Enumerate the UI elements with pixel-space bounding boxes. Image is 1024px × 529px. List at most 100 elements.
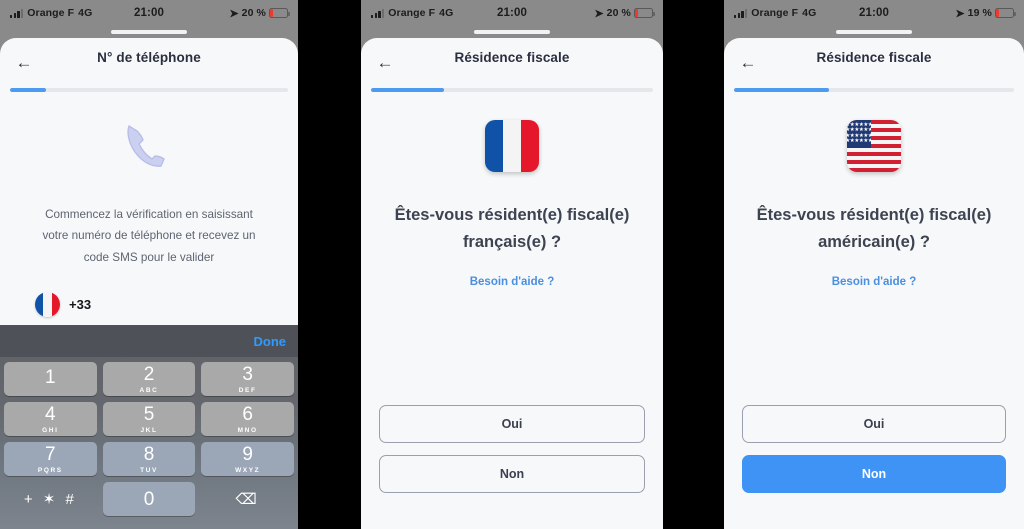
screen-body: ★★★★★★ ★★★★★★ ★★★★★★ ★★★★★★ Êtes-vous résid… (724, 92, 1024, 406)
key-letters: ABC (139, 386, 159, 394)
answer-yes-button[interactable]: Oui (379, 405, 645, 443)
back-arrow-icon[interactable]: ← (14, 52, 34, 72)
key-letters: MNO (237, 426, 258, 434)
battery-percent-label: 20 % (241, 7, 266, 19)
location-arrow-icon: ➤ (594, 7, 604, 20)
progress-bar (734, 88, 1014, 92)
phone-input-row[interactable]: +33 (35, 292, 263, 318)
progress-wrapper (361, 82, 663, 92)
screenshot-stage: Orange F 4G 21:00 ➤ 20 % ← N° de télépho… (0, 0, 1024, 529)
location-arrow-icon: ➤ (955, 7, 965, 20)
carrier-label: Orange F (751, 7, 799, 19)
key-3[interactable]: 3 DEF (201, 362, 294, 396)
battery-icon (995, 8, 1016, 18)
key-6[interactable]: 6 MNO (201, 402, 294, 436)
carrier-label: Orange F (27, 7, 75, 19)
battery-percent-label: 20 % (606, 7, 631, 19)
key-digit: 6 (242, 403, 253, 425)
page-title: Résidence fiscale (454, 50, 570, 65)
key-digit: 0 (143, 488, 155, 510)
nav-bar: ← Résidence fiscale (361, 38, 663, 82)
key-8[interactable]: 8 TUV (102, 442, 196, 476)
numeric-keyboard: Done 1 2 ABC 3 DEF 4 GHI 5 JKL 6 MNO 7 PQRS 8T… (0, 325, 298, 529)
status-bar: Orange F 4G 21:00 ➤ 19 % (724, 0, 1024, 26)
key-letters: JKL (140, 426, 158, 434)
keyboard-toolbar: Done (0, 325, 298, 357)
key-letters: WXYZ (235, 466, 261, 474)
progress-wrapper (0, 82, 298, 92)
usa-flag-icon: ★★★★★★ ★★★★★★ ★★★★★★ ★★★★★★ (847, 119, 901, 172)
battery-percent-label: 19 % (967, 7, 992, 19)
signal-bars-icon (10, 8, 24, 18)
status-left: Orange F 4G (371, 7, 453, 19)
backspace-icon[interactable]: ⌫ (201, 482, 294, 516)
status-right: ➤ 20 % (594, 7, 655, 20)
page-title: N° de téléphone (97, 50, 201, 65)
key-0[interactable]: 0 (102, 482, 196, 516)
telephone-handset-icon (113, 114, 185, 178)
key-digit: 2 (143, 363, 155, 385)
phone-screen-phone-number: Orange F 4G 21:00 ➤ 20 % ← N° de télépho… (0, 0, 298, 529)
key-digit: + ✶ # (23, 490, 77, 508)
status-bar: Orange F 4G 21:00 ➤ 20 % (0, 0, 298, 26)
carrier-label: Orange F (388, 7, 436, 19)
key-9[interactable]: 9 WXYZ (201, 442, 294, 476)
screen-card: ← Résidence fiscale Êtes-vous résident(e… (361, 38, 663, 529)
status-left: Orange F 4G (734, 7, 816, 19)
answer-no-button[interactable]: Non (742, 455, 1006, 493)
phone-screen-fiscal-usa: Orange F 4G 21:00 ➤ 19 % ← Résidence fis… (724, 0, 1024, 529)
battery-icon (634, 8, 655, 18)
help-link[interactable]: Besoin d'aide ? (470, 276, 555, 288)
key-digit: 7 (45, 443, 56, 465)
location-arrow-icon: ➤ (229, 7, 239, 20)
flag-canton: ★★★★★★ ★★★★★★ ★★★★★★ ★★★★★★ (847, 119, 871, 148)
status-bar: Orange F 4G 21:00 ➤ 20 % (361, 0, 663, 26)
home-indicator-top (361, 26, 663, 38)
keyboard-keys: 1 2 ABC 3 DEF 4 GHI 5 JKL 6 MNO 7 PQRS 8 TUV 9W… (0, 357, 298, 520)
key-digit: 5 (143, 403, 155, 425)
key-7[interactable]: 7 PQRS (4, 442, 97, 476)
help-link[interactable]: Besoin d'aide ? (832, 276, 917, 288)
dial-code-label[interactable]: +33 (69, 297, 91, 312)
key-symbols[interactable]: + ✶ # (4, 482, 97, 516)
home-indicator-top (724, 26, 1024, 38)
key-digit: ⌫ (235, 490, 260, 508)
status-left: Orange F 4G (10, 7, 92, 19)
keyboard-done-button[interactable]: Done (254, 334, 287, 349)
key-digit: 4 (45, 403, 56, 425)
signal-bars-icon (734, 8, 748, 18)
question-text: Êtes-vous résident(e) fiscal(e) américai… (756, 205, 992, 251)
back-arrow-icon[interactable]: ← (738, 52, 758, 72)
battery-icon (269, 8, 290, 18)
network-label: 4G (78, 7, 93, 19)
key-digit: 8 (143, 443, 155, 465)
intro-text: Commencez la vérification en saisissant … (42, 207, 256, 264)
screen-body: Êtes-vous résident(e) fiscal(e) français… (361, 92, 663, 406)
page-title: Résidence fiscale (816, 50, 932, 65)
answer-buttons: Oui Non (724, 405, 1024, 529)
france-flag-icon[interactable] (35, 292, 60, 318)
key-digit: 9 (242, 443, 253, 465)
key-4[interactable]: 4 GHI (4, 402, 97, 436)
network-label: 4G (439, 7, 454, 19)
key-letters: DEF (238, 386, 257, 394)
key-2[interactable]: 2 ABC (102, 362, 196, 396)
progress-bar (371, 88, 653, 92)
key-digit: 1 (45, 367, 56, 388)
answer-yes-button[interactable]: Oui (742, 405, 1006, 443)
key-1[interactable]: 1 (4, 362, 97, 396)
question-text: Êtes-vous résident(e) fiscal(e) français… (394, 205, 630, 251)
phone-screen-fiscal-france: Orange F 4G 21:00 ➤ 20 % ← Résidence fis… (361, 0, 663, 529)
key-letters: GHI (42, 426, 59, 434)
network-label: 4G (802, 7, 817, 19)
progress-bar (10, 88, 288, 92)
nav-bar: ← Résidence fiscale (724, 38, 1024, 82)
screen-card: ← Résidence fiscale ★★★★★★ ★★★★★★ ★★★★★★ ★★… (724, 38, 1024, 529)
answer-no-button[interactable]: Non (379, 455, 645, 493)
signal-bars-icon (371, 8, 385, 18)
back-arrow-icon[interactable]: ← (375, 52, 395, 72)
key-letters: PQRS (37, 466, 63, 474)
key-5[interactable]: 5 JKL (102, 402, 196, 436)
status-right: ➤ 20 % (229, 7, 290, 20)
nav-bar: ← N° de téléphone (0, 38, 298, 82)
